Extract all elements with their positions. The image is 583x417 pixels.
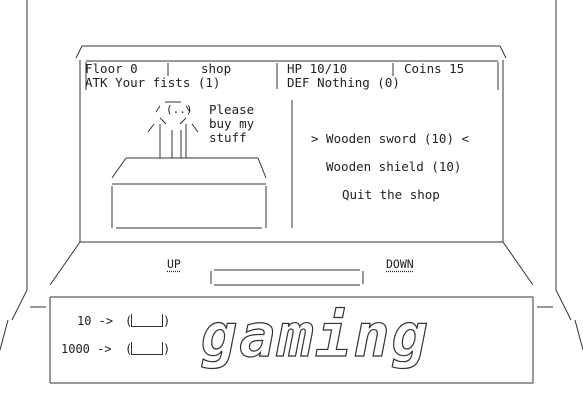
down-button[interactable]: DOWN [386,257,414,271]
defense-indicator: DEF Nothing (0) [287,75,400,90]
menu-item-quit-shop[interactable]: Quit the shop [342,187,440,202]
shopkeeper-speech: Please buy my stuff [209,103,254,145]
coin-slot-label: 1000 -> [61,342,112,356]
location-label: shop [201,61,232,76]
hp-indicator: HP 10/10 [287,61,348,76]
floor-indicator: Floor 0 [85,61,138,76]
menu-item-wooden-shield[interactable]: Wooden shield (10) [326,159,461,174]
coin-slot-label: 10 -> [77,314,114,328]
speech-line: stuff [209,130,247,145]
menu-item-wooden-sword[interactable]: > Wooden sword (10) < [311,131,469,146]
coin-slot-close: ) [163,342,171,356]
logo-text: gaming [201,301,430,370]
coin-slot-1000[interactable] [131,342,163,355]
coin-slot-10[interactable] [131,314,163,327]
coins-indicator: Coins 15 [404,61,465,76]
attack-indicator: ATK Your fists (1) [85,75,221,90]
speech-line: Please [209,102,255,117]
gaming-logo-icon: gaming [200,300,430,370]
coin-slot-close: ) [163,314,171,328]
input-slot[interactable] [214,270,360,285]
speech-line: buy my [209,116,255,131]
up-button[interactable]: UP [167,257,181,271]
